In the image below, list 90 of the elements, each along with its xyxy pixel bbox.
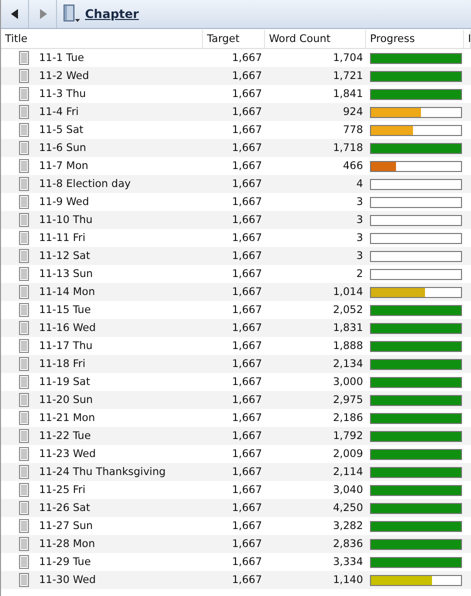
document-title: 11-27 Sun — [39, 520, 93, 532]
target-cell: 1,667 — [232, 232, 262, 244]
document-title: 11-9 Wed — [39, 196, 90, 208]
target-cell: 1,667 — [232, 484, 262, 496]
document-title: 11-2 Wed — [39, 70, 90, 82]
document-title: 11-12 Sat — [39, 250, 90, 262]
word-count-cell: 3,282 — [332, 520, 363, 532]
document-title: 11-29 Tue — [39, 556, 91, 568]
target-cell: 1,667 — [232, 142, 262, 154]
document-title: 11-14 Mon — [39, 286, 95, 298]
document-title: 11-25 Fri — [39, 484, 86, 496]
word-count-cell: 2 — [356, 268, 363, 280]
word-count-cell: 2,052 — [332, 304, 363, 316]
word-count-cell: 466 — [342, 160, 363, 172]
target-cell: 1,667 — [232, 106, 262, 118]
document-title: 11-6 Sun — [39, 142, 86, 154]
word-count-cell: 2,186 — [332, 412, 363, 424]
document-title: 11-30 Wed — [39, 574, 96, 586]
document-title: 11-21 Mon — [39, 412, 95, 424]
target-cell: 1,667 — [232, 556, 262, 568]
word-count-cell: 3 — [356, 196, 363, 208]
target-cell: 1,667 — [232, 124, 262, 136]
target-cell: 1,667 — [232, 520, 262, 532]
document-title: 11-3 Thu — [39, 88, 86, 100]
document-title: 11-28 Mon — [39, 538, 95, 550]
word-count-cell: 3 — [356, 214, 363, 226]
document-title: 11-20 Sun — [39, 394, 93, 406]
word-count-cell: 2,134 — [332, 358, 363, 370]
word-count-cell: 2,975 — [332, 394, 363, 406]
word-count-cell: 4 — [356, 178, 363, 190]
target-cell: 1,667 — [232, 574, 262, 586]
document-title: 11-7 Mon — [39, 160, 88, 172]
target-cell: 1,667 — [232, 214, 262, 226]
target-cell: 1,667 — [232, 448, 262, 460]
target-cell: 1,667 — [232, 376, 262, 388]
target-cell: 1,667 — [232, 430, 262, 442]
target-cell: 1,667 — [232, 394, 262, 406]
target-cell: 1,667 — [232, 196, 262, 208]
document-title: 11-17 Thu — [39, 340, 93, 352]
document-title: 11-26 Sat — [39, 502, 90, 514]
target-cell: 1,667 — [232, 502, 262, 514]
target-cell: 1,667 — [232, 70, 262, 82]
target-cell: 1,667 — [232, 88, 262, 100]
word-count-cell: 1,841 — [332, 88, 363, 100]
document-title: 11-13 Sun — [39, 268, 93, 280]
word-count-cell: 1,140 — [332, 574, 363, 586]
document-title: 11-1 Tue — [39, 52, 84, 64]
word-count-cell: 1,718 — [332, 142, 363, 154]
word-count-cell: 924 — [342, 106, 363, 118]
word-count-cell: 1,704 — [332, 52, 363, 64]
document-title: 11-24 Thu Thanksgiving — [39, 466, 166, 478]
word-count-cell: 3,040 — [332, 484, 363, 496]
document-title: 11-15 Tue — [39, 304, 91, 316]
target-cell: 1,667 — [232, 286, 262, 298]
word-count-cell: 2,114 — [332, 466, 363, 478]
word-count-cell: 2,836 — [332, 538, 363, 550]
target-cell: 1,667 — [232, 340, 262, 352]
word-count-cell: 3 — [356, 232, 363, 244]
word-count-cell: 2,009 — [332, 448, 363, 460]
document-title: 11-18 Fri — [39, 358, 86, 370]
target-cell: 1,667 — [232, 268, 262, 280]
document-title: 11-23 Wed — [39, 448, 96, 460]
document-title: 11-4 Fri — [39, 106, 79, 118]
target-cell: 1,667 — [232, 538, 262, 550]
word-count-cell: 1,888 — [332, 340, 363, 352]
document-title: 11-16 Wed — [39, 322, 96, 334]
target-cell: 1,667 — [232, 178, 262, 190]
target-cell: 1,667 — [232, 466, 262, 478]
target-cell: 1,667 — [232, 52, 262, 64]
word-count-cell: 1,014 — [332, 286, 363, 298]
word-count-cell: 1,721 — [332, 70, 363, 82]
target-cell: 1,667 — [232, 412, 262, 424]
document-title: 11-10 Thu — [39, 214, 93, 226]
word-count-cell: 778 — [342, 124, 363, 136]
document-title: 11-22 Tue — [39, 430, 91, 442]
target-cell: 1,667 — [232, 250, 262, 262]
word-count-cell: 3,000 — [332, 376, 363, 388]
word-count-cell: 3 — [356, 250, 363, 262]
document-title: 11-5 Sat — [39, 124, 84, 136]
target-cell: 1,667 — [232, 160, 262, 172]
word-count-cell: 1,792 — [332, 430, 363, 442]
target-cell: 1,667 — [232, 358, 262, 370]
document-title: 11-8 Election day — [39, 178, 131, 190]
word-count-cell: 3,334 — [332, 556, 363, 568]
document-title: 11-11 Fri — [39, 232, 86, 244]
target-cell: 1,667 — [232, 304, 262, 316]
word-count-cell: 1,831 — [332, 322, 363, 334]
target-cell: 1,667 — [232, 322, 262, 334]
document-title: 11-19 Sat — [39, 376, 90, 388]
word-count-cell: 4,250 — [332, 502, 363, 514]
